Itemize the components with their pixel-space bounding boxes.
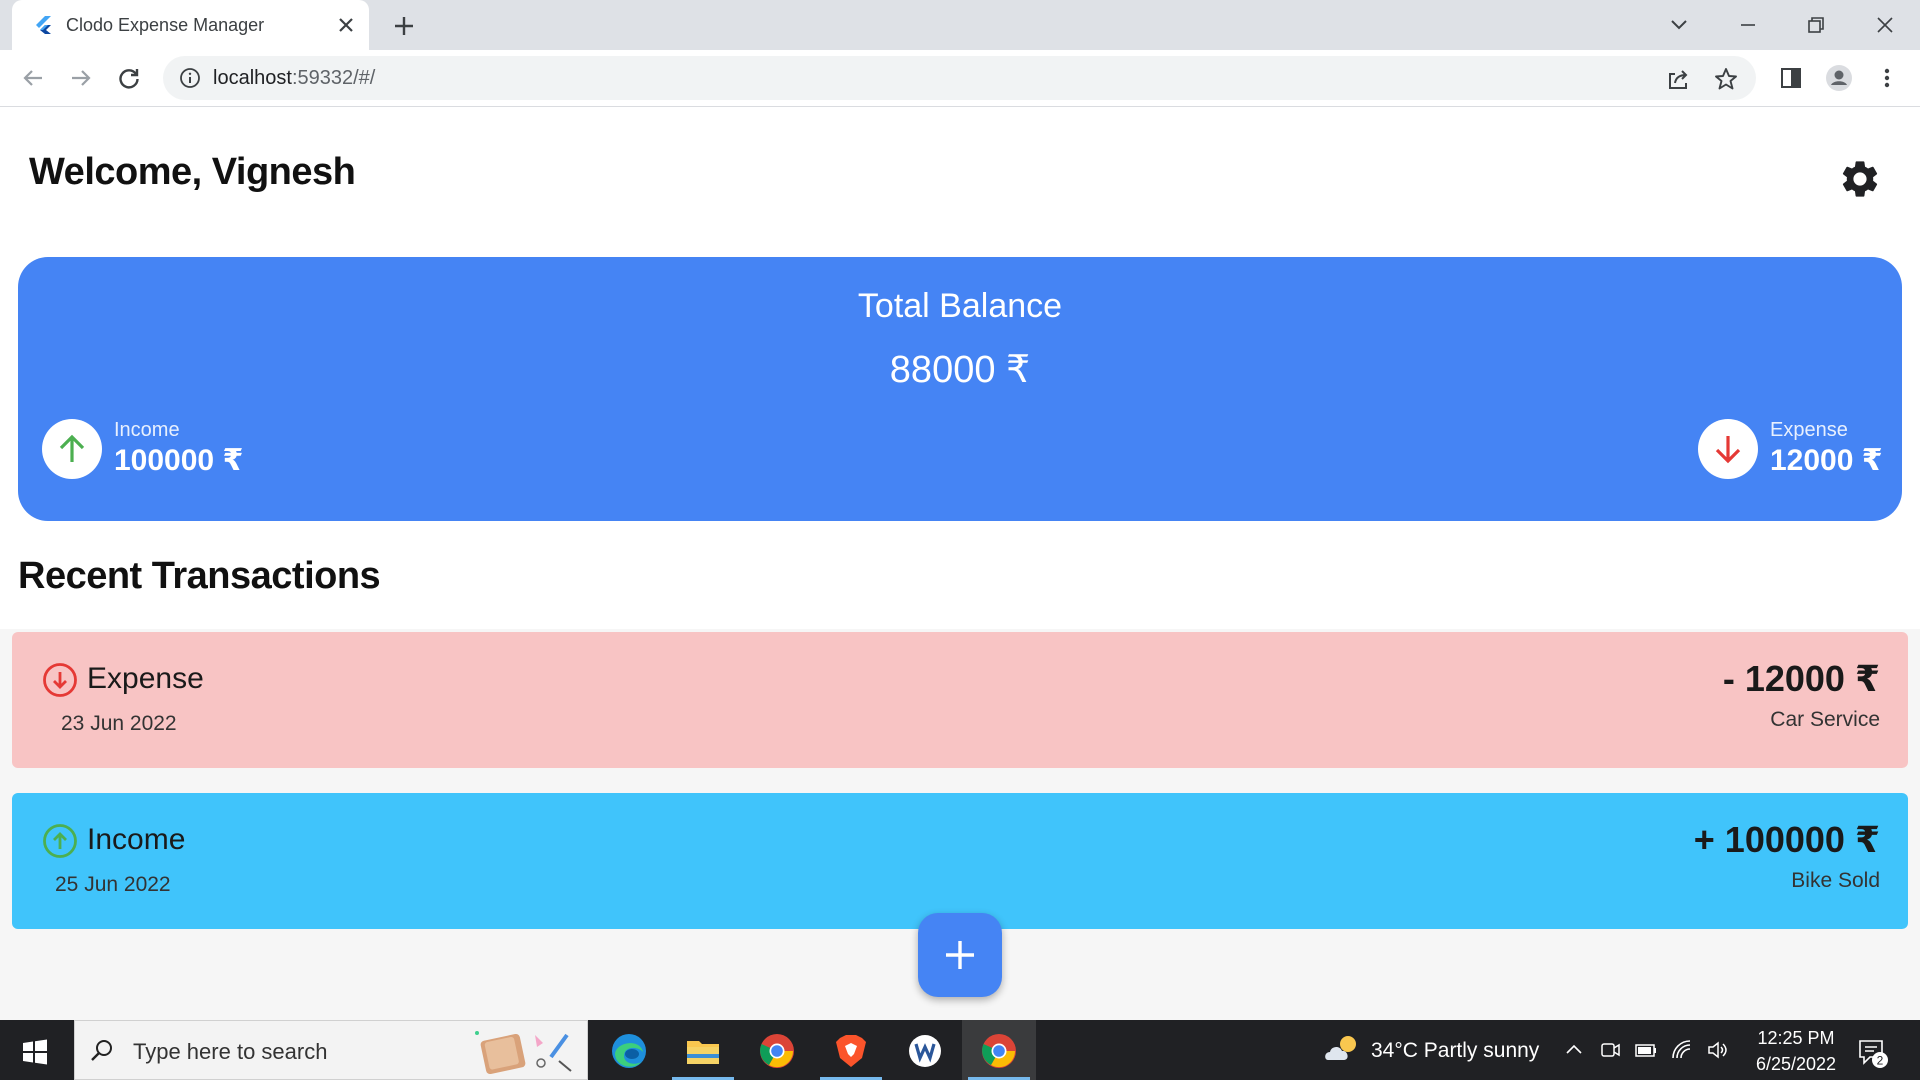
taskbar-edge[interactable] [592,1020,666,1080]
transaction-row-income[interactable]: Income 25 Jun 2022 + 100000 ₹ Bike Sold [12,793,1908,929]
url-path: :59332/#/ [291,67,376,89]
url-text: localhost:59332/#/ [213,67,375,90]
recent-transactions-heading: Recent Transactions [18,555,381,597]
weather-text[interactable]: 34°C Partly sunny [1371,1039,1539,1063]
arrow-down-circle-icon [43,663,77,697]
transaction-description: Car Service [1770,708,1880,731]
chrome-icon [760,1034,794,1068]
taskbar-word[interactable] [888,1020,962,1080]
reload-icon[interactable] [114,63,144,93]
chevron-up-icon[interactable] [1562,1038,1586,1062]
notification-icon[interactable]: 2 [1856,1036,1890,1070]
share-icon[interactable] [1665,66,1691,92]
arrow-up-circle-icon [43,824,77,858]
clock-date[interactable]: 6/25/2022 [1740,1054,1852,1075]
tab-close-icon[interactable] [334,13,358,37]
windows-taskbar: Type here to search 34°C Partly sunny 12… [0,1020,1920,1080]
add-transaction-button[interactable] [918,913,1002,997]
expense-badge [1698,419,1758,479]
income-value: 100000 ₹ [114,444,244,477]
search-placeholder: Type here to search [133,1039,328,1064]
notification-count: 2 [1877,1054,1884,1068]
transaction-type: Expense [87,662,204,695]
battery-icon[interactable] [1634,1038,1658,1062]
url-host: localhost [213,67,292,89]
tab-search-chevron-icon[interactable] [1664,10,1694,40]
file-explorer-icon [687,1041,719,1064]
back-icon[interactable] [18,63,48,93]
transaction-date: 23 Jun 2022 [61,712,177,735]
browser-tabstrip: Clodo Expense Manager [0,0,1920,50]
browser-tab[interactable]: Clodo Expense Manager [12,0,369,50]
expense-value: 12000 ₹ [1770,444,1883,477]
search-highlight-illustration-icon [475,1031,572,1075]
tab-title: Clodo Expense Manager [66,15,265,35]
taskbar-file-explorer[interactable] [666,1020,740,1080]
side-panel-icon[interactable] [1777,64,1805,92]
settings-gear-icon[interactable] [1838,157,1882,201]
transaction-amount: - 12000 ₹ [1722,658,1880,699]
arrow-down-icon [1715,436,1741,464]
restore-icon[interactable] [1801,10,1831,40]
expense-label: Expense [1770,419,1848,441]
transaction-amount: + 100000 ₹ [1693,819,1880,860]
transaction-type: Income [87,823,186,856]
transaction-date: 25 Jun 2022 [55,873,171,896]
welcome-heading: Welcome, Vignesh [29,151,356,193]
total-balance-label: Total Balance [857,287,1063,325]
plus-icon [946,941,974,969]
taskbar-brave[interactable] [814,1020,888,1080]
word-icon [909,1035,941,1067]
partly-sunny-icon[interactable] [1322,1034,1362,1064]
flutter-favicon-icon [36,16,51,34]
brave-icon [836,1035,866,1067]
arrow-up-icon [59,434,85,462]
total-balance-amount: 88000 ₹ [889,349,1031,391]
transaction-row-expense[interactable]: Expense 23 Jun 2022 - 12000 ₹ Car Servic… [12,632,1908,768]
browser-toolbar: localhost:59332/#/ [0,50,1920,107]
forward-icon[interactable] [66,63,96,93]
taskbar-chrome-active[interactable] [962,1020,1036,1080]
taskbar-chrome[interactable] [740,1020,814,1080]
search-icon [91,1040,112,1061]
chrome-active-icon [982,1034,1016,1068]
transaction-description: Bike Sold [1791,869,1880,892]
meet-now-icon[interactable] [1598,1038,1622,1062]
browser-menu-icon[interactable] [1873,64,1901,92]
income-badge [42,419,102,479]
volume-icon[interactable] [1706,1038,1730,1062]
balance-card: Total Balance 88000 ₹ Income 100000 ₹ Ex… [18,257,1902,521]
site-info-icon[interactable] [179,67,201,89]
profile-avatar-icon[interactable] [1825,64,1853,92]
windows-start-icon[interactable] [22,1039,48,1065]
clock-time[interactable]: 12:25 PM [1746,1028,1846,1049]
wifi-icon[interactable] [1670,1038,1694,1062]
minimize-icon[interactable] [1733,10,1763,40]
edge-icon [612,1034,646,1068]
address-bar[interactable]: localhost:59332/#/ [163,56,1756,100]
expense-app: Welcome, Vignesh Total Balance 88000 ₹ I… [0,107,1920,1052]
income-label: Income [114,419,180,441]
taskbar-search-box[interactable]: Type here to search [74,1020,588,1080]
bookmark-star-icon[interactable] [1713,66,1739,92]
new-tab-icon[interactable] [390,12,418,40]
close-window-icon[interactable] [1870,10,1900,40]
